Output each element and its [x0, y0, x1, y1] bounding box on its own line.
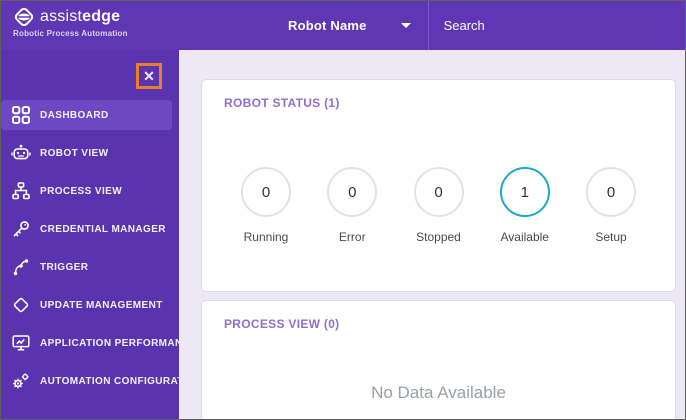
sidebar-item-robot-view[interactable]: ROBOT VIEW: [1, 138, 179, 168]
sidebar-item-trigger[interactable]: TRIGGER: [1, 252, 179, 282]
sidebar-item-dashboard[interactable]: DASHBOARD: [1, 100, 172, 130]
metric-circle: 1: [499, 167, 550, 217]
topbar: assistedge Robotic Process Automation Ro…: [1, 1, 685, 50]
sidebar-item-application-performance[interactable]: APPLICATION PERFORMAN: [1, 328, 179, 358]
sidebar-item-label: TRIGGER: [40, 261, 89, 273]
metric-label: Available: [500, 230, 549, 244]
sidebar-nav: DASHBOARD ROBOT VIEW PROCESS VIEW CREDEN…: [1, 100, 179, 396]
sidebar-item-credential-manager[interactable]: CREDENTIAL MANAGER: [1, 214, 179, 244]
metric-circle: 0: [413, 167, 464, 217]
process-view-card: PROCESS VIEW (0) No Data Available: [201, 300, 676, 419]
diamond-icon: [13, 297, 29, 313]
sidebar-item-update-management[interactable]: UPDATE MANAGEMENT: [1, 290, 179, 320]
sidebar-item-label: UPDATE MANAGEMENT: [40, 299, 163, 311]
sidebar-item-label: PROCESS VIEW: [40, 185, 123, 197]
process-tree-icon: [12, 182, 30, 200]
sidebar-item-label: APPLICATION PERFORMAN: [40, 337, 179, 349]
metric-circle: 0: [327, 167, 378, 217]
sidebar: ✕ DASHBOARD ROBOT VIEW PROCESS VIEW CRED…: [1, 50, 179, 419]
metric-circle: 0: [241, 167, 291, 217]
no-data-message: No Data Available: [371, 383, 506, 402]
metric-circle: 0: [586, 167, 636, 217]
brand-logo-block: assistedge Robotic Process Automation: [1, 1, 179, 50]
sidebar-item-automation-configuration[interactable]: AUTOMATION CONFIGURAT: [1, 366, 179, 396]
gears-icon: [13, 373, 29, 389]
sidebar-item-label: CREDENTIAL MANAGER: [40, 223, 166, 235]
metric-label: Setup: [595, 230, 627, 244]
metric-label: Running: [243, 230, 289, 244]
topbar-divider: [427, 1, 429, 50]
robot-status-title: ROBOT STATUS (1): [224, 96, 340, 110]
key-icon: [13, 221, 29, 237]
main-content: ROBOT STATUS (1) 0 Running 0 Error 0 Sto…: [179, 50, 685, 419]
metric-setup: 0 Setup: [583, 167, 639, 244]
robot-name-dropdown[interactable]: Robot Name: [288, 1, 411, 50]
robot-name-dropdown-label: Robot Name: [288, 18, 367, 33]
assistedge-window: assistedge Robotic Process Automation Ro…: [0, 0, 686, 420]
metric-running: 0 Running: [238, 167, 294, 244]
brand-name: assistedge: [40, 8, 121, 25]
dashboard-grid-icon: [12, 106, 30, 124]
metric-label: Error: [338, 230, 366, 244]
sidebar-close-button[interactable]: ✕: [136, 63, 162, 89]
brand-tagline: Robotic Process Automation: [13, 29, 128, 38]
sidebar-item-label: DASHBOARD: [40, 109, 109, 121]
trigger-branch-icon: [13, 259, 29, 276]
metric-available: 1 Available: [497, 167, 553, 244]
robot-status-card: ROBOT STATUS (1) 0 Running 0 Error 0 Sto…: [201, 79, 676, 292]
assistedge-logo-icon: [14, 7, 34, 27]
sidebar-item-process-view[interactable]: PROCESS VIEW: [1, 176, 179, 206]
robot-status-metrics: 0 Running 0 Error 0 Stopped 1 Available: [202, 167, 675, 244]
search-button[interactable]: Search: [444, 18, 485, 33]
robot-icon: [11, 144, 31, 160]
sidebar-item-label: ROBOT VIEW: [40, 147, 109, 159]
metric-label: Stopped: [416, 230, 461, 244]
metric-stopped: 0 Stopped: [411, 167, 467, 244]
monitor-chart-icon: [12, 335, 30, 351]
process-view-title: PROCESS VIEW (0): [224, 317, 340, 331]
metric-error: 0 Error: [324, 167, 380, 244]
sidebar-item-label: AUTOMATION CONFIGURAT: [40, 375, 179, 387]
chevron-down-icon[interactable]: [400, 23, 411, 28]
